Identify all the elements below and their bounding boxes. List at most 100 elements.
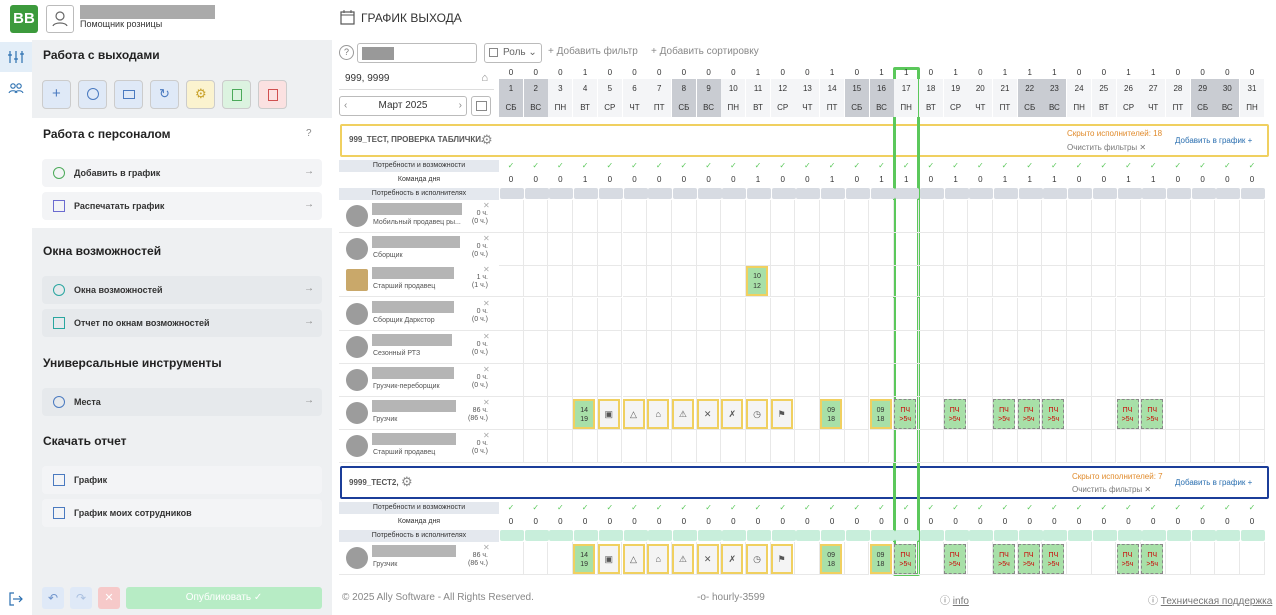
grid-cell[interactable]: [499, 200, 524, 233]
grid-cell[interactable]: [548, 298, 574, 331]
assign-tool-button[interactable]: [114, 80, 143, 109]
grid-cell[interactable]: [1141, 200, 1166, 233]
grid-cell[interactable]: [918, 430, 944, 463]
grid-cell[interactable]: [1165, 264, 1191, 297]
grid-cell[interactable]: [943, 233, 969, 266]
grid-cell[interactable]: [1116, 331, 1142, 364]
grid-cell[interactable]: [499, 542, 524, 575]
grid-cell[interactable]: [1067, 542, 1092, 575]
pch-cell[interactable]: ПЧ >5ч: [1017, 544, 1040, 574]
grid-cell[interactable]: [523, 542, 549, 575]
grid-cell[interactable]: [746, 298, 771, 331]
grid-cell[interactable]: [671, 200, 697, 233]
grid-cell[interactable]: [1091, 331, 1117, 364]
clock-icon[interactable]: ◷: [746, 399, 768, 429]
grid-cell[interactable]: [647, 298, 672, 331]
grid-cell[interactable]: [844, 542, 870, 575]
grid-cell[interactable]: [1190, 264, 1216, 297]
grid-cell[interactable]: [869, 331, 895, 364]
grid-cell[interactable]: [573, 200, 598, 233]
clear-filters-1[interactable]: Очистить фильтры ✕: [1067, 143, 1146, 152]
grid-cell[interactable]: [1165, 397, 1191, 430]
grid-cell[interactable]: [671, 331, 697, 364]
grid-cell[interactable]: [573, 298, 598, 331]
grid-cell[interactable]: [1116, 264, 1142, 297]
grid-cell[interactable]: [844, 364, 870, 397]
home-icon[interactable]: ⌂: [647, 544, 670, 574]
grid-cell[interactable]: [647, 200, 672, 233]
grid-cell[interactable]: [1190, 331, 1216, 364]
shift-cell[interactable]: 09 18: [820, 399, 843, 429]
grid-cell[interactable]: [1042, 264, 1068, 297]
grid-cell[interactable]: [548, 397, 574, 430]
grid-cell[interactable]: [499, 430, 524, 463]
grid-cell[interactable]: [770, 430, 796, 463]
grid-cell[interactable]: [1091, 542, 1117, 575]
pch-cell[interactable]: ПЧ >5ч: [993, 544, 1015, 574]
refresh-tool-button[interactable]: ↻: [150, 80, 179, 109]
grid-cell[interactable]: [795, 298, 821, 331]
sidebar-item-places[interactable]: Места →: [42, 388, 322, 416]
grid-cell[interactable]: [1067, 364, 1092, 397]
grid-cell[interactable]: [1141, 233, 1166, 266]
grid-cell[interactable]: [1215, 364, 1240, 397]
grid-cell[interactable]: [1190, 200, 1216, 233]
grid-cell[interactable]: [968, 233, 993, 266]
grid-cell[interactable]: [968, 200, 993, 233]
pch-cell[interactable]: ПЧ >5ч: [943, 544, 966, 574]
grid-cell[interactable]: [1240, 233, 1265, 266]
grid-cell[interactable]: [499, 364, 524, 397]
shift-cell[interactable]: 09 18: [869, 544, 892, 574]
calendar-picker-button[interactable]: [471, 96, 491, 116]
grid-cell[interactable]: [894, 264, 919, 297]
grid-cell[interactable]: [1091, 233, 1117, 266]
grid-cell[interactable]: [1091, 200, 1117, 233]
grid-cell[interactable]: [795, 364, 821, 397]
grid-cell[interactable]: [696, 331, 722, 364]
grid-cell[interactable]: [1240, 542, 1265, 575]
grid-cell[interactable]: [1017, 200, 1043, 233]
grid-cell[interactable]: [993, 430, 1018, 463]
grid-cell[interactable]: [1017, 264, 1043, 297]
grid-cell[interactable]: [844, 298, 870, 331]
support-link[interactable]: ⓘ Техническая поддержка: [1148, 592, 1272, 607]
grid-cell[interactable]: [696, 264, 722, 297]
grid-cell[interactable]: [597, 298, 623, 331]
grid-cell[interactable]: [869, 298, 895, 331]
grid-cell[interactable]: [1215, 430, 1240, 463]
grid-cell[interactable]: [993, 200, 1018, 233]
grid-cell[interactable]: [918, 397, 944, 430]
grid-cell[interactable]: [1215, 233, 1240, 266]
grid-cell[interactable]: [968, 430, 993, 463]
grid-cell[interactable]: [696, 233, 722, 266]
add-to-schedule-2[interactable]: Добавить в график +: [1175, 478, 1252, 487]
grid-cell[interactable]: [1165, 233, 1191, 266]
grid-cell[interactable]: [1091, 298, 1117, 331]
grid-cell[interactable]: [1215, 542, 1240, 575]
triangle-icon[interactable]: △: [622, 399, 645, 429]
grid-cell[interactable]: [523, 200, 549, 233]
grid-cell[interactable]: [1017, 331, 1043, 364]
grid-cell[interactable]: [1116, 200, 1142, 233]
grid-cell[interactable]: [820, 233, 845, 266]
grid-cell[interactable]: [770, 200, 796, 233]
grid-cell[interactable]: [721, 430, 746, 463]
grid-cell[interactable]: [1215, 397, 1240, 430]
grid-cell[interactable]: [622, 298, 648, 331]
close-icon[interactable]: ✕: [483, 265, 490, 274]
sidebar-item-add-to-schedule[interactable]: Добавить в график →: [42, 159, 322, 187]
grid-cell[interactable]: [795, 430, 821, 463]
grid-cell[interactable]: [499, 397, 524, 430]
grid-cell[interactable]: [647, 364, 672, 397]
grid-cell[interactable]: [622, 264, 648, 297]
chevron-left-icon[interactable]: ‹: [344, 97, 347, 115]
grid-cell[interactable]: [993, 264, 1018, 297]
grid-cell[interactable]: [499, 264, 524, 297]
grid-cell[interactable]: [721, 364, 746, 397]
grid-cell[interactable]: [696, 298, 722, 331]
grid-cell[interactable]: [1067, 298, 1092, 331]
grid-cell[interactable]: [1165, 200, 1191, 233]
grid-cell[interactable]: [573, 364, 598, 397]
grid-cell[interactable]: [1190, 542, 1216, 575]
sidebar-item-print-schedule[interactable]: Распечатать график →: [42, 192, 322, 220]
